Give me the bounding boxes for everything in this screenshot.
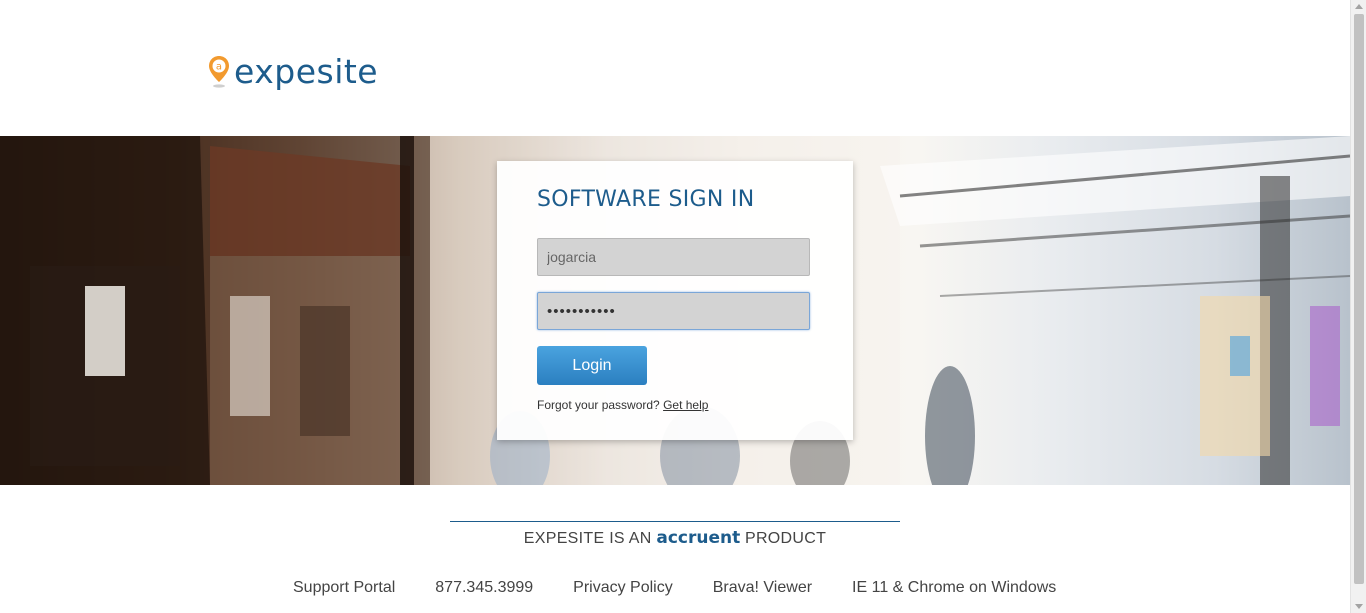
scroll-down-arrow-icon[interactable] xyxy=(1355,604,1363,609)
scroll-up-arrow-icon[interactable] xyxy=(1355,4,1363,9)
tagline-suffix: PRODUCT xyxy=(744,530,827,547)
header: a expesite xyxy=(0,0,1350,137)
map-pin-icon: a xyxy=(209,56,229,88)
browser-support-link[interactable]: IE 11 & Chrome on Windows xyxy=(852,579,1056,597)
tagline-prefix: EXPESITE IS AN xyxy=(523,530,652,547)
scroll-thumb[interactable] xyxy=(1354,14,1364,584)
support-portal-link[interactable]: Support Portal xyxy=(293,579,395,597)
login-card: SOFTWARE SIGN IN Login Forgot your passw… xyxy=(497,161,853,440)
privacy-policy-link[interactable]: Privacy Policy xyxy=(573,579,673,597)
product-tagline: EXPESITE IS AN accruent PRODUCT xyxy=(450,528,900,548)
tagline-divider xyxy=(450,521,900,522)
password-field[interactable] xyxy=(537,292,810,330)
brava-viewer-link[interactable]: Brava! Viewer xyxy=(713,579,812,597)
vertical-scrollbar[interactable] xyxy=(1350,0,1366,613)
username-field[interactable] xyxy=(537,238,810,276)
forgot-password-label: Forgot your password? xyxy=(537,398,660,412)
get-help-link[interactable]: Get help xyxy=(663,398,708,412)
login-page: a expesite SOFTWARE SIGN IN jogarcia •••… xyxy=(0,0,1366,613)
accruent-logo: accruent xyxy=(656,528,741,548)
phone-number-link[interactable]: 877.345.3999 xyxy=(435,579,533,597)
sign-in-title: SOFTWARE SIGN IN xyxy=(537,187,755,212)
login-button[interactable]: Login xyxy=(537,346,647,385)
logo-pin-letter: a xyxy=(216,62,222,73)
footer-links: Support Portal 877.345.3999 Privacy Poli… xyxy=(293,579,1056,597)
logo-text: expesite xyxy=(234,51,379,91)
forgot-password-text: Forgot your password? Get help xyxy=(537,398,708,412)
expesite-logo[interactable]: a expesite xyxy=(208,54,378,90)
